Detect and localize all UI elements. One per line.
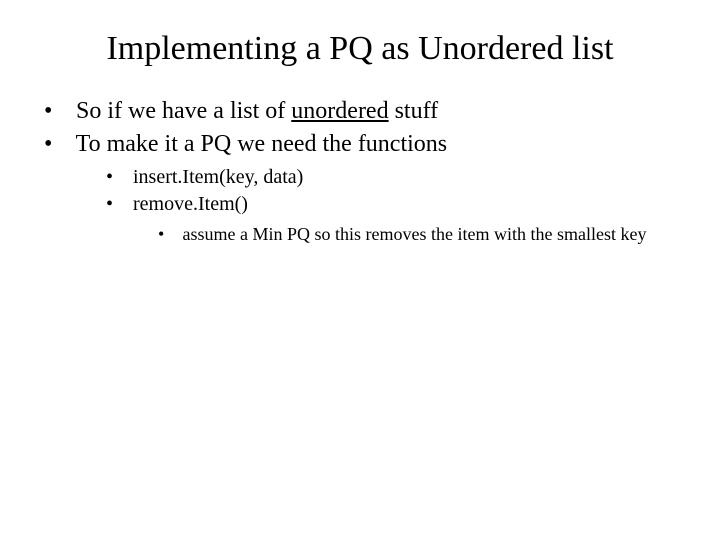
bullet-list-level3: assume a Min PQ so this removes the item… [158, 224, 680, 245]
bullet-text: stuff [389, 98, 439, 124]
bullet-text: To make it a PQ we need the functions [76, 131, 448, 157]
bullet-list-level2: insert.Item(key, data) remove.Item() ass… [106, 166, 680, 245]
underlined-text: unordered [291, 98, 388, 124]
bullet-item: So if we have a list of unordered stuff [44, 98, 680, 125]
bullet-item: To make it a PQ we need the functions in… [44, 131, 680, 245]
bullet-item: insert.Item(key, data) [106, 166, 680, 189]
bullet-text: assume a Min PQ so this removes the item… [183, 224, 647, 244]
bullet-text: insert.Item(key, data) [133, 166, 303, 188]
bullet-text: remove.Item() [133, 193, 248, 215]
slide-title: Implementing a PQ as Unordered list [40, 30, 680, 68]
bullet-item: remove.Item() assume a Min PQ so this re… [106, 193, 680, 245]
bullet-item: assume a Min PQ so this removes the item… [158, 224, 680, 245]
bullet-list-level1: So if we have a list of unordered stuff … [44, 98, 680, 245]
bullet-text: So if we have a list of [76, 98, 291, 124]
slide: Implementing a PQ as Unordered list So i… [0, 0, 720, 540]
